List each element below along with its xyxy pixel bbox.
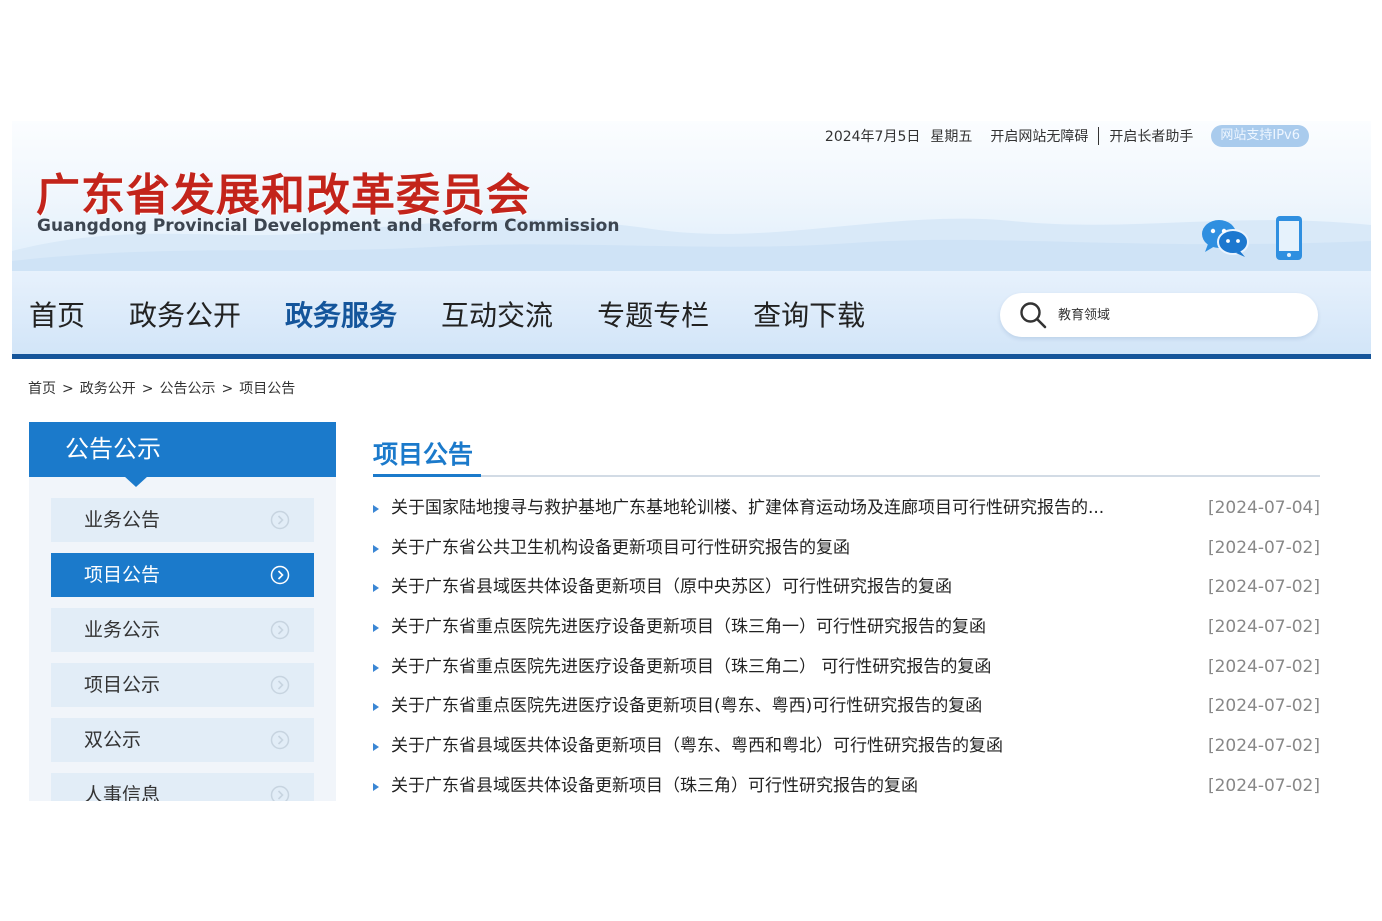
news-item: 关于广东省县域医共体设备更新项目（粤东、粤西和粤北）可行性研究报告的复函 [202… <box>373 733 1320 773</box>
news-list: 关于国家陆地搜寻与救护基地广东基地轮训楼、扩建体育运动场及连廊项目可行性研究报告… <box>373 495 1320 801</box>
bullet-arrow-icon <box>373 544 379 553</box>
sidebar-item-label: 人事信息 <box>84 784 161 801</box>
news-title-link[interactable]: 关于广东省重点医院先进医疗设备更新项目（珠三角一）可行性研究报告的复函 <box>391 614 986 641</box>
nav-item-special-topics[interactable]: 专题专栏 <box>597 299 709 333</box>
news-title-link[interactable]: 关于广东省县域医共体设备更新项目（粤东、粤西和粤北）可行性研究报告的复函 <box>391 733 1003 760</box>
sidebar-item-business-announcement[interactable]: 业务公告 <box>51 498 314 542</box>
news-item: 关于广东省重点医院先进医疗设备更新项目（珠三角一）可行性研究报告的复函 [2024… <box>373 614 1320 654</box>
news-title-link[interactable]: 关于广东省重点医院先进医疗设备更新项目（珠三角二） 可行性研究报告的复函 <box>391 654 991 681</box>
news-item: 关于广东省县域医共体设备更新项目（原中央苏区）可行性研究报告的复函 [2024-0… <box>373 574 1320 614</box>
chevron-right-circle-icon <box>270 785 290 801</box>
news-title-link[interactable]: 关于广东省县域医共体设备更新项目（原中央苏区）可行性研究报告的复函 <box>391 574 952 601</box>
breadcrumb: 首页 > 政务公开 > 公告公示 > 项目公告 <box>28 378 295 398</box>
sidebar-item-double-publicity[interactable]: 双公示 <box>51 718 314 762</box>
elder-assistant-link[interactable]: 开启长者助手 <box>1109 126 1193 146</box>
sidebar-item-project-publicity[interactable]: 项目公示 <box>51 663 314 707</box>
breadcrumb-announcements[interactable]: 公告公示 <box>159 381 215 397</box>
sidebar-item-label: 业务公示 <box>84 619 161 641</box>
chevron-right-circle-icon <box>270 620 290 640</box>
chevron-right-circle-icon <box>270 565 290 585</box>
search-icon[interactable] <box>1018 300 1048 330</box>
breadcrumb-home[interactable]: 首页 <box>28 381 56 397</box>
sidebar-title-text: 公告公示 <box>65 435 161 463</box>
breadcrumb-separator: > <box>141 381 154 397</box>
news-title-link[interactable]: 关于国家陆地搜寻与救护基地广东基地轮训楼、扩建体育运动场及连廊项目可行性研究报告… <box>391 495 1104 522</box>
chevron-right-circle-icon <box>270 510 290 530</box>
search-input[interactable] <box>1058 302 1298 328</box>
accessibility-link[interactable]: 开启网站无障碍 <box>990 126 1088 146</box>
ipv6-badge: 网站支持IPv6 <box>1211 125 1309 147</box>
news-date: [2024-07-02] <box>1207 696 1320 717</box>
news-date: [2024-07-02] <box>1207 656 1320 677</box>
news-date: [2024-07-02] <box>1207 775 1320 796</box>
current-weekday: 星期五 <box>930 129 973 145</box>
sidebar-list: 业务公告 项目公告 业务公示 项目公示 双公示 人事信息 <box>29 477 336 801</box>
sidebar-title: 公告公示 <box>29 422 336 487</box>
news-item: 关于国家陆地搜寻与救护基地广东基地轮训楼、扩建体育运动场及连廊项目可行性研究报告… <box>373 495 1320 535</box>
news-title-link[interactable]: 关于广东省县域医共体设备更新项目（珠三角）可行性研究报告的复函 <box>391 773 918 800</box>
breadcrumb-current: 项目公告 <box>239 381 296 397</box>
current-date: 2024年7月5日 <box>824 129 921 145</box>
bullet-arrow-icon <box>373 663 379 672</box>
breadcrumb-government-affairs[interactable]: 政务公开 <box>80 381 136 397</box>
news-item: 关于广东省重点医院先进医疗设备更新项目(粤东、粤西)可行性研究报告的复函 [202… <box>373 693 1320 733</box>
sidebar-item-label: 项目公示 <box>84 674 161 696</box>
sidebar-item-label: 双公示 <box>84 729 142 751</box>
news-title-link[interactable]: 关于广东省公共卫生机构设备更新项目可行性研究报告的复函 <box>391 535 850 562</box>
bullet-arrow-icon <box>373 782 379 791</box>
sidebar-item-personnel-info[interactable]: 人事信息 <box>51 773 314 801</box>
sidebar-item-project-announcement[interactable]: 项目公告 <box>51 553 314 597</box>
mobile-icon[interactable] <box>1274 215 1304 261</box>
news-date: [2024-07-04] <box>1207 498 1320 518</box>
search-box <box>1000 293 1318 337</box>
bullet-arrow-icon <box>373 743 379 752</box>
bullet-arrow-icon <box>373 703 379 712</box>
divider <box>1098 127 1100 145</box>
site-title: 广东省发展和改革委员会 <box>36 170 531 221</box>
sidebar-item-label: 项目公告 <box>84 564 161 586</box>
nav-item-government-affairs[interactable]: 政务公开 <box>129 299 241 333</box>
breadcrumb-separator: > <box>221 381 234 397</box>
news-date: [2024-07-02] <box>1207 537 1320 558</box>
main-title-underline <box>373 474 481 477</box>
main-content: 项目公告 关于国家陆地搜寻与救护基地广东基地轮训楼、扩建体育运动场及连廊项目可行… <box>373 427 1320 801</box>
news-item: 关于广东省县域医共体设备更新项目（珠三角）可行性研究报告的复函 [2024-07-… <box>373 773 1320 801</box>
news-date: [2024-07-02] <box>1207 577 1320 598</box>
nav-item-government-services[interactable]: 政务服务 <box>285 299 397 333</box>
news-item: 关于广东省公共卫生机构设备更新项目可行性研究报告的复函 [2024-07-02] <box>373 535 1320 575</box>
top-links: 2024年7月5日 星期五 开启网站无障碍 开启长者助手 网站支持IPv6 <box>825 124 1309 148</box>
main-title: 项目公告 <box>373 440 474 469</box>
bullet-arrow-icon <box>373 584 379 593</box>
main-nav: 首页 政务公开 政务服务 互动交流 专题专栏 查询下载 <box>12 271 1371 359</box>
nav-item-query-download[interactable]: 查询下载 <box>753 299 865 333</box>
news-title-link[interactable]: 关于广东省重点医院先进医疗设备更新项目(粤东、粤西)可行性研究报告的复函 <box>391 693 982 720</box>
breadcrumb-separator: > <box>62 381 74 397</box>
chevron-right-circle-icon <box>270 675 290 695</box>
sidebar: 公告公示 业务公告 项目公告 业务公示 项目公示 双公示 人事信息 <box>29 422 336 801</box>
chevron-right-circle-icon <box>270 730 290 750</box>
news-date: [2024-07-02] <box>1207 617 1320 638</box>
news-date: [2024-07-02] <box>1207 736 1320 757</box>
page-frame: 2024年7月5日 星期五 开启网站无障碍 开启长者助手 网站支持IPv6 广东… <box>12 121 1371 801</box>
news-item: 关于广东省重点医院先进医疗设备更新项目（珠三角二） 可行性研究报告的复函 [202… <box>373 654 1320 694</box>
sidebar-item-business-publicity[interactable]: 业务公示 <box>51 608 314 652</box>
site-subtitle: Guangdong Provincial Development and Ref… <box>37 216 620 236</box>
sidebar-title-pointer <box>124 476 148 487</box>
sidebar-item-label: 业务公告 <box>84 509 161 531</box>
bullet-arrow-icon <box>373 624 379 633</box>
wechat-icon[interactable] <box>1200 217 1250 259</box>
nav-item-home[interactable]: 首页 <box>29 299 85 333</box>
main-title-bar: 项目公告 <box>373 427 1320 477</box>
bullet-arrow-icon <box>373 505 379 513</box>
site-header: 2024年7月5日 星期五 开启网站无障碍 开启长者助手 网站支持IPv6 广东… <box>12 121 1371 271</box>
nav-item-interaction[interactable]: 互动交流 <box>441 299 553 333</box>
